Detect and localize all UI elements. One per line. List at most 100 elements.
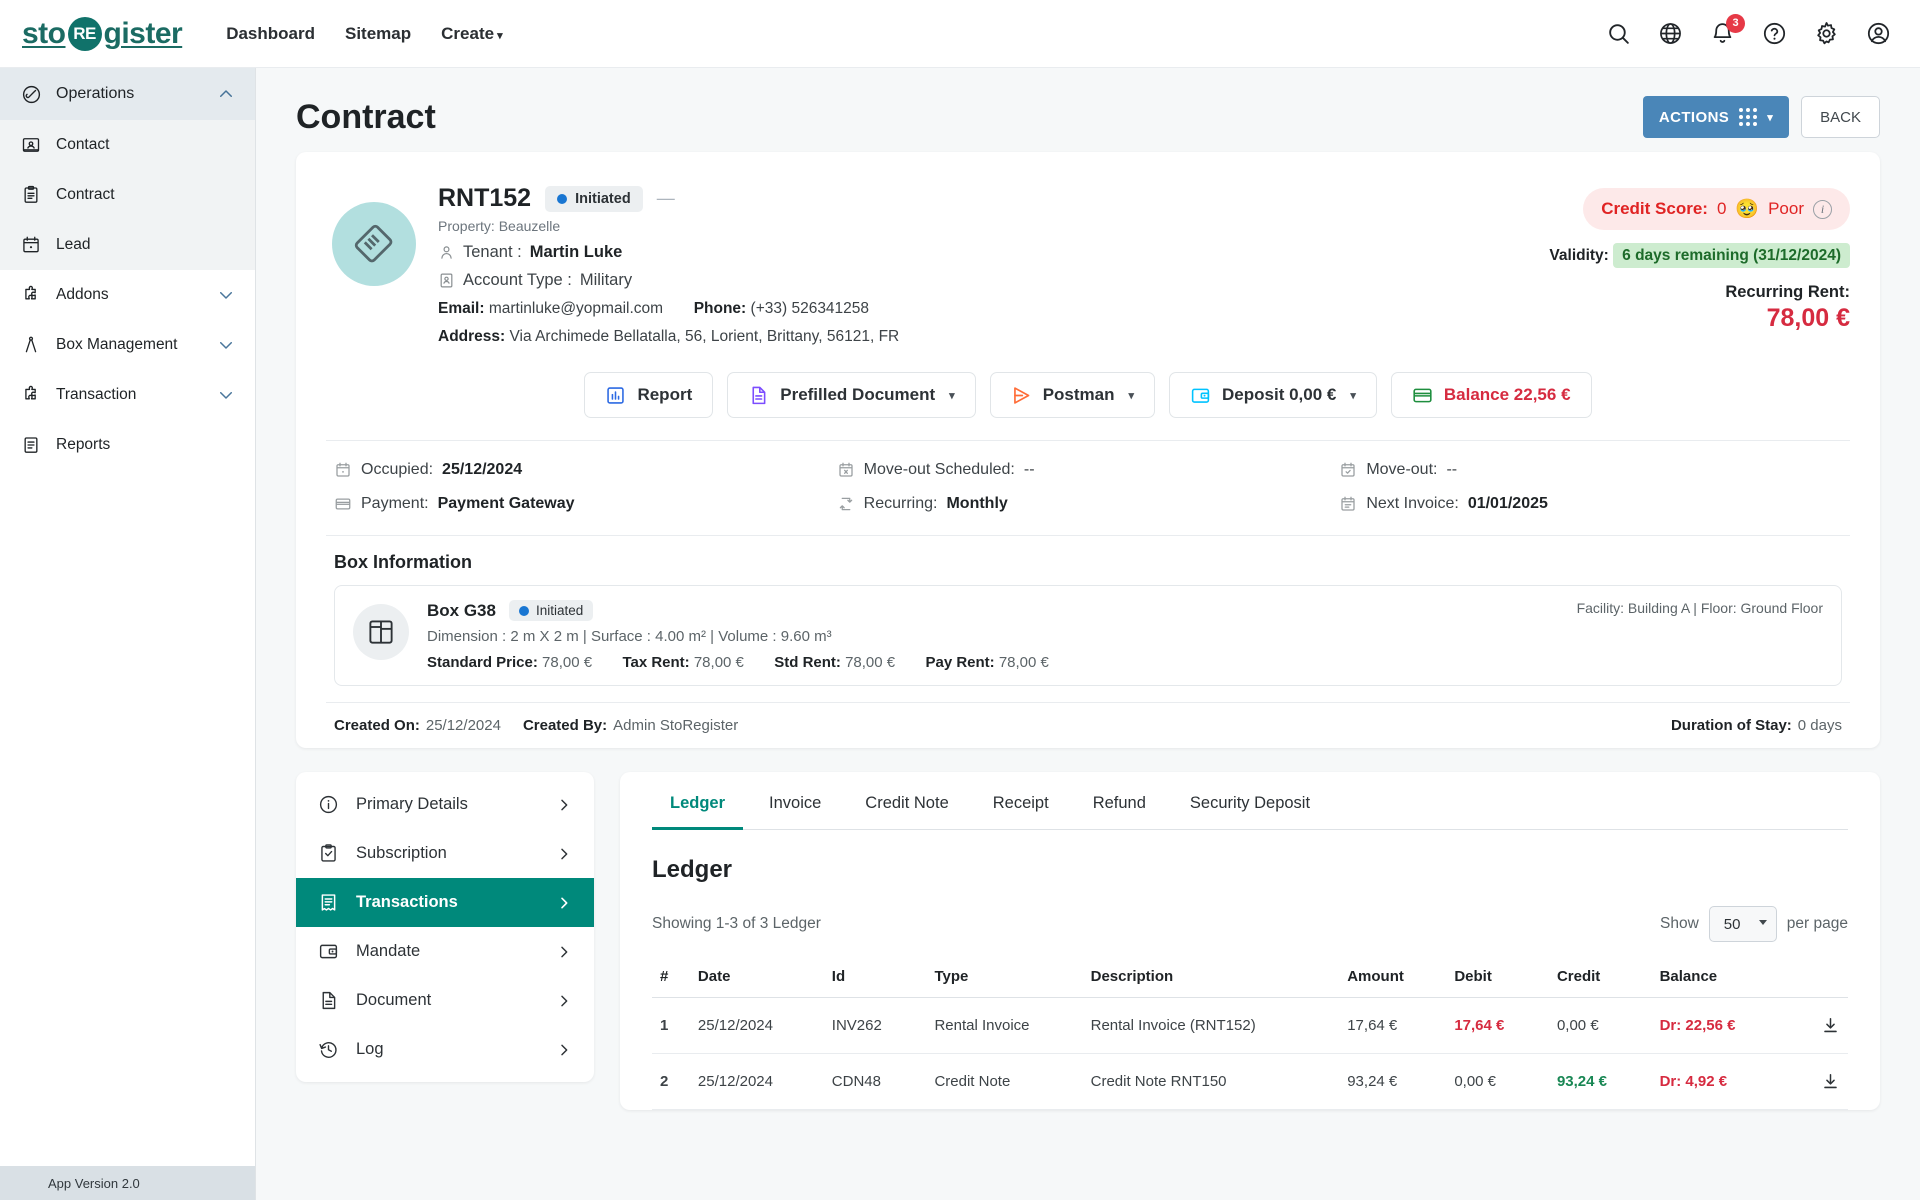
tab-security-deposit[interactable]: Security Deposit [1172, 776, 1328, 830]
back-button[interactable]: BACK [1801, 96, 1880, 138]
detail-moveout-value: -- [1446, 461, 1457, 479]
box-name: Box G38 [427, 601, 496, 621]
sidebar-item-transaction[interactable]: Transaction [0, 370, 255, 420]
credit-score-badge: Credit Score: 0 🥹 Poor i [1583, 188, 1850, 230]
menu-item-mandate-label: Mandate [356, 942, 420, 961]
chevron-down-icon [217, 336, 235, 354]
page-header: Contract ACTIONS ▾ BACK [256, 68, 1920, 152]
contract-id: RNT152 [438, 184, 531, 213]
ledger-toolbar: Showing 1-3 of 3 Ledger Show 10 25 50 10… [652, 906, 1848, 942]
globe-icon[interactable] [1658, 21, 1684, 47]
sidebar-item-operations[interactable]: Operations [0, 68, 255, 120]
nav-create[interactable]: Create▾ [441, 24, 502, 44]
page-size-select[interactable]: 10 25 50 100 [1709, 906, 1777, 942]
table-row[interactable]: 1 25/12/2024 INV262 Rental Invoice Renta… [652, 998, 1848, 1054]
email-phone-row: Email: martinluke@yopmail.com Phone: (+3… [438, 300, 899, 318]
search-icon[interactable] [1606, 21, 1632, 47]
app-logo[interactable]: sto RE gister [22, 17, 182, 51]
help-icon[interactable] [1762, 21, 1788, 47]
menu-item-transactions[interactable]: Transactions [296, 878, 594, 927]
account-icon[interactable] [1866, 21, 1892, 47]
menu-item-document[interactable]: Document [296, 976, 594, 1025]
postman-button[interactable]: Postman ▾ [990, 372, 1155, 418]
prefilled-document-button[interactable]: Prefilled Document ▾ [727, 372, 975, 418]
tab-receipt[interactable]: Receipt [975, 776, 1067, 830]
balance-button-label: Balance 22,56 € [1444, 385, 1571, 405]
pay-rent-label: Pay Rent: [925, 654, 994, 671]
page-title: Contract [296, 98, 436, 137]
balance-button[interactable]: Balance 22,56 € [1391, 372, 1592, 418]
download-icon[interactable] [1821, 1072, 1840, 1091]
wallet-icon [1190, 385, 1211, 406]
wallet-icon [318, 941, 340, 963]
created-by-label: Created By: [523, 717, 607, 734]
tab-credit-note[interactable]: Credit Note [847, 776, 966, 830]
tab-refund[interactable]: Refund [1075, 776, 1164, 830]
sidebar-item-contract[interactable]: Contract [0, 170, 255, 220]
row-credit: 0,00 € [1549, 998, 1652, 1054]
info-icon[interactable]: i [1813, 200, 1832, 219]
created-by-value: Admin StoRegister [613, 717, 738, 734]
tenant-label: Tenant : [463, 243, 522, 262]
tab-ledger[interactable]: Ledger [652, 776, 743, 830]
deposit-button[interactable]: Deposit 0,00 € ▾ [1169, 372, 1377, 418]
box-card[interactable]: Box G38 Initiated Dimension : 2 m X 2 m … [334, 585, 1842, 686]
addons-icon [20, 284, 42, 306]
postman-button-label: Postman [1043, 385, 1115, 405]
actions-button[interactable]: ACTIONS ▾ [1643, 96, 1789, 138]
prefilled-document-button-label: Prefilled Document [780, 385, 935, 405]
bell-icon[interactable]: 3 [1710, 21, 1736, 47]
menu-item-log[interactable]: Log [296, 1025, 594, 1074]
report-button[interactable]: Report [584, 372, 713, 418]
nav-dashboard[interactable]: Dashboard [226, 24, 315, 44]
download-icon[interactable] [1821, 1016, 1840, 1035]
sidebar-item-box-management[interactable]: Box Management [0, 320, 255, 370]
grid-icon [1739, 108, 1757, 126]
tax-rent-value: 78,00 € [694, 654, 744, 671]
status-dot-icon [557, 194, 567, 204]
tenant-name: Martin Luke [530, 243, 623, 262]
report-button-label: Report [637, 385, 692, 405]
menu-item-subscription[interactable]: Subscription [296, 829, 594, 878]
sidebar-operations-group: Contact Contract Lead [0, 120, 255, 270]
row-amount: 93,24 € [1339, 1054, 1446, 1110]
logo-text-part1: sto [22, 17, 66, 51]
top-navigation-bar: sto RE gister Dashboard Sitemap Create▾ … [0, 0, 1920, 68]
credit-score-rating: Poor [1768, 199, 1804, 219]
sad-face-icon: 🥹 [1735, 197, 1759, 221]
box-prices: Standard Price: 78,00 € Tax Rent: 78,00 … [427, 654, 1823, 671]
menu-item-mandate[interactable]: Mandate [296, 927, 594, 976]
ledger-panel: Ledger Invoice Credit Note Receipt Refun… [620, 772, 1880, 1110]
menu-item-primary-details-label: Primary Details [356, 795, 468, 814]
duration-of-stay-label: Duration of Stay: [1671, 717, 1792, 734]
calendar-check-icon [1339, 461, 1357, 479]
tab-invoice[interactable]: Invoice [751, 776, 839, 830]
sidebar-item-addons[interactable]: Addons [0, 270, 255, 320]
table-row[interactable]: 2 25/12/2024 CDN48 Credit Note Credit No… [652, 1054, 1848, 1110]
menu-item-primary-details[interactable]: Primary Details [296, 780, 594, 829]
credit-score-value: 0 [1717, 199, 1726, 219]
collapse-dash-icon[interactable]: — [657, 188, 675, 209]
gear-icon[interactable] [1814, 21, 1840, 47]
validity-row: Validity: 6 days remaining (31/12/2024) [1549, 247, 1850, 265]
row-type: Credit Note [926, 1054, 1082, 1110]
sidebar-item-contact[interactable]: Contact [0, 120, 255, 170]
lead-icon [20, 234, 42, 256]
sidebar-item-lead[interactable]: Lead [0, 220, 255, 270]
row-number: 1 [652, 998, 690, 1054]
ledger-title: Ledger [652, 856, 1848, 884]
calendar-icon [1339, 495, 1357, 513]
sidebar-item-reports[interactable]: Reports [0, 420, 255, 470]
detail-occupied-label: Occupied: [361, 461, 433, 479]
row-download-cell [1785, 1054, 1848, 1110]
nav-sitemap-label: Sitemap [345, 24, 411, 43]
per-page-label: per page [1787, 915, 1848, 933]
col-credit: Credit [1549, 958, 1652, 998]
nav-sitemap[interactable]: Sitemap [345, 24, 411, 44]
col-type: Type [926, 958, 1082, 998]
card-icon [334, 495, 352, 513]
document-icon [748, 385, 769, 406]
document-icon [318, 990, 340, 1012]
facility-label: Facility: Building A | Floor: Ground Flo… [1577, 600, 1823, 616]
logo-text-part2: gister [104, 17, 183, 51]
